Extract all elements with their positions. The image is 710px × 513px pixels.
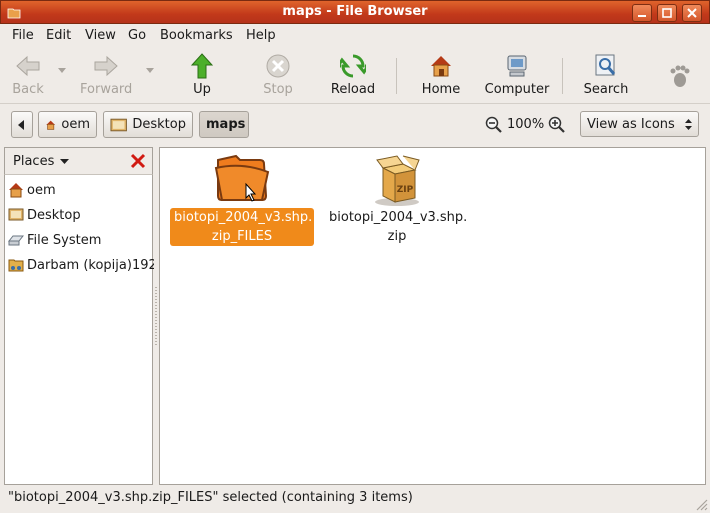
- path-scroll-left-button[interactable]: [11, 111, 33, 138]
- chevron-down-icon: [60, 158, 70, 164]
- menu-file[interactable]: File: [12, 28, 34, 43]
- chevron-left-icon: [18, 119, 24, 130]
- home-button[interactable]: Home: [418, 52, 464, 100]
- zip-archive-icon: ZIP: [375, 155, 420, 206]
- menu-bookmarks[interactable]: Bookmarks: [160, 28, 233, 43]
- resize-grip-icon[interactable]: [694, 497, 708, 511]
- maximize-icon: [662, 8, 672, 18]
- view-mode-label: View as Icons: [587, 116, 675, 132]
- sidebar-item-darbam[interactable]: Darbam (kopija)192: [5, 253, 154, 277]
- home-label: Home: [421, 82, 461, 97]
- places-sidebar: oem Desktop File System Darbam (kopija)1…: [4, 147, 154, 485]
- activity-foot-icon: [670, 65, 690, 87]
- sidebar-item-file-system[interactable]: File System: [5, 228, 154, 252]
- file-name: biotopi_2004_v3.shp. zip: [325, 208, 469, 246]
- path-button-oem[interactable]: oem: [38, 111, 97, 138]
- window-title: maps - File Browser: [282, 4, 428, 19]
- maximize-button[interactable]: [657, 4, 677, 22]
- menu-help[interactable]: Help: [246, 28, 276, 43]
- reload-label: Reload: [330, 82, 376, 97]
- path-button-desktop[interactable]: Desktop: [103, 111, 193, 138]
- search-icon: [595, 54, 616, 76]
- drive-icon: [8, 235, 24, 246]
- view-mode-select[interactable]: View as Icons: [580, 111, 699, 137]
- toolbar: Back Forward Up Stop Reload Home Compute…: [0, 48, 710, 104]
- desktop-icon: [8, 208, 24, 221]
- places-header: Places: [4, 147, 153, 175]
- menu-bar: File Edit View Go Bookmarks Help: [0, 24, 710, 48]
- sidebar-item-label: File System: [27, 232, 102, 248]
- zoom-out-icon[interactable]: [485, 116, 502, 133]
- file-item-folder[interactable]: biotopi_2004_v3.shp. zip_FILES: [170, 152, 314, 246]
- zoom-level[interactable]: 100%: [507, 117, 544, 132]
- path-button-maps[interactable]: maps: [199, 111, 249, 138]
- status-text: "biotopi_2004_v3.shp.zip_FILES" selected…: [8, 490, 413, 505]
- file-name: biotopi_2004_v3.shp. zip_FILES: [170, 208, 314, 246]
- forward-label: Forward: [80, 82, 133, 97]
- file-icon-view[interactable]: biotopi_2004_v3.shp. zip_FILES ZIP bioto…: [159, 147, 706, 485]
- stop-button[interactable]: Stop: [258, 52, 298, 100]
- desktop-icon: [110, 118, 127, 131]
- spin-arrows-icon: [685, 119, 692, 130]
- title-bar[interactable]: maps - File Browser: [0, 0, 710, 24]
- sidebar-item-oem[interactable]: oem: [5, 178, 154, 202]
- home-folder-icon: [9, 183, 23, 198]
- toolbar-separator-2: [562, 58, 563, 94]
- forward-history-chevron-icon[interactable]: [146, 68, 154, 74]
- toolbar-separator: [396, 58, 397, 94]
- path-label-desktop: Desktop: [132, 117, 186, 132]
- status-bar: "biotopi_2004_v3.shp.zip_FILES" selected…: [0, 487, 710, 513]
- places-dropdown[interactable]: Places: [13, 154, 70, 169]
- close-icon: [687, 8, 697, 18]
- path-label-oem: oem: [61, 117, 90, 132]
- reload-button[interactable]: Reload: [330, 52, 376, 100]
- back-button[interactable]: Back: [8, 52, 48, 100]
- sidebar-item-label: Desktop: [27, 207, 81, 223]
- menu-view[interactable]: View: [85, 28, 116, 43]
- menu-edit[interactable]: Edit: [46, 28, 71, 43]
- forward-button[interactable]: Forward: [80, 52, 132, 100]
- places-label: Places: [13, 154, 55, 169]
- home-folder-icon: [46, 120, 56, 130]
- search-button[interactable]: Search: [582, 52, 630, 100]
- minimize-icon: [638, 15, 646, 17]
- up-label: Up: [193, 82, 211, 97]
- stop-icon: [266, 54, 290, 78]
- forward-arrow-icon: [94, 55, 118, 77]
- back-label: Back: [12, 82, 44, 97]
- close-button[interactable]: [682, 4, 702, 22]
- zoom-in-icon[interactable]: [548, 116, 565, 133]
- file-name-line2: zip: [387, 229, 407, 244]
- svg-text:ZIP: ZIP: [397, 185, 414, 195]
- up-arrow-icon: [191, 53, 213, 79]
- computer-icon: [507, 55, 527, 77]
- stop-label: Stop: [263, 82, 293, 97]
- file-item-zip[interactable]: ZIP biotopi_2004_v3.shp. zip: [325, 152, 469, 246]
- file-name-line1: biotopi_2004_v3.shp.: [174, 210, 313, 225]
- file-name-line2: zip_FILES: [211, 229, 273, 244]
- minimize-button[interactable]: [632, 4, 652, 22]
- up-button[interactable]: Up: [185, 52, 219, 100]
- sidebar-item-desktop[interactable]: Desktop: [5, 203, 154, 227]
- file-name-line1: biotopi_2004_v3.shp.: [329, 210, 468, 225]
- computer-label: Computer: [484, 82, 550, 97]
- computer-button[interactable]: Computer: [484, 52, 550, 100]
- network-folder-icon: [8, 259, 24, 272]
- menu-go[interactable]: Go: [128, 28, 146, 43]
- search-label: Search: [583, 82, 629, 97]
- folder-icon: [214, 154, 270, 202]
- path-label-maps: maps: [206, 117, 246, 132]
- home-icon: [431, 56, 451, 77]
- sidebar-item-label: Darbam (kopija)192: [27, 257, 154, 273]
- back-history-chevron-icon[interactable]: [58, 68, 66, 74]
- reload-icon: [340, 54, 366, 78]
- back-arrow-icon: [16, 55, 40, 77]
- close-sidebar-icon[interactable]: [130, 153, 146, 169]
- sidebar-item-label: oem: [27, 182, 56, 198]
